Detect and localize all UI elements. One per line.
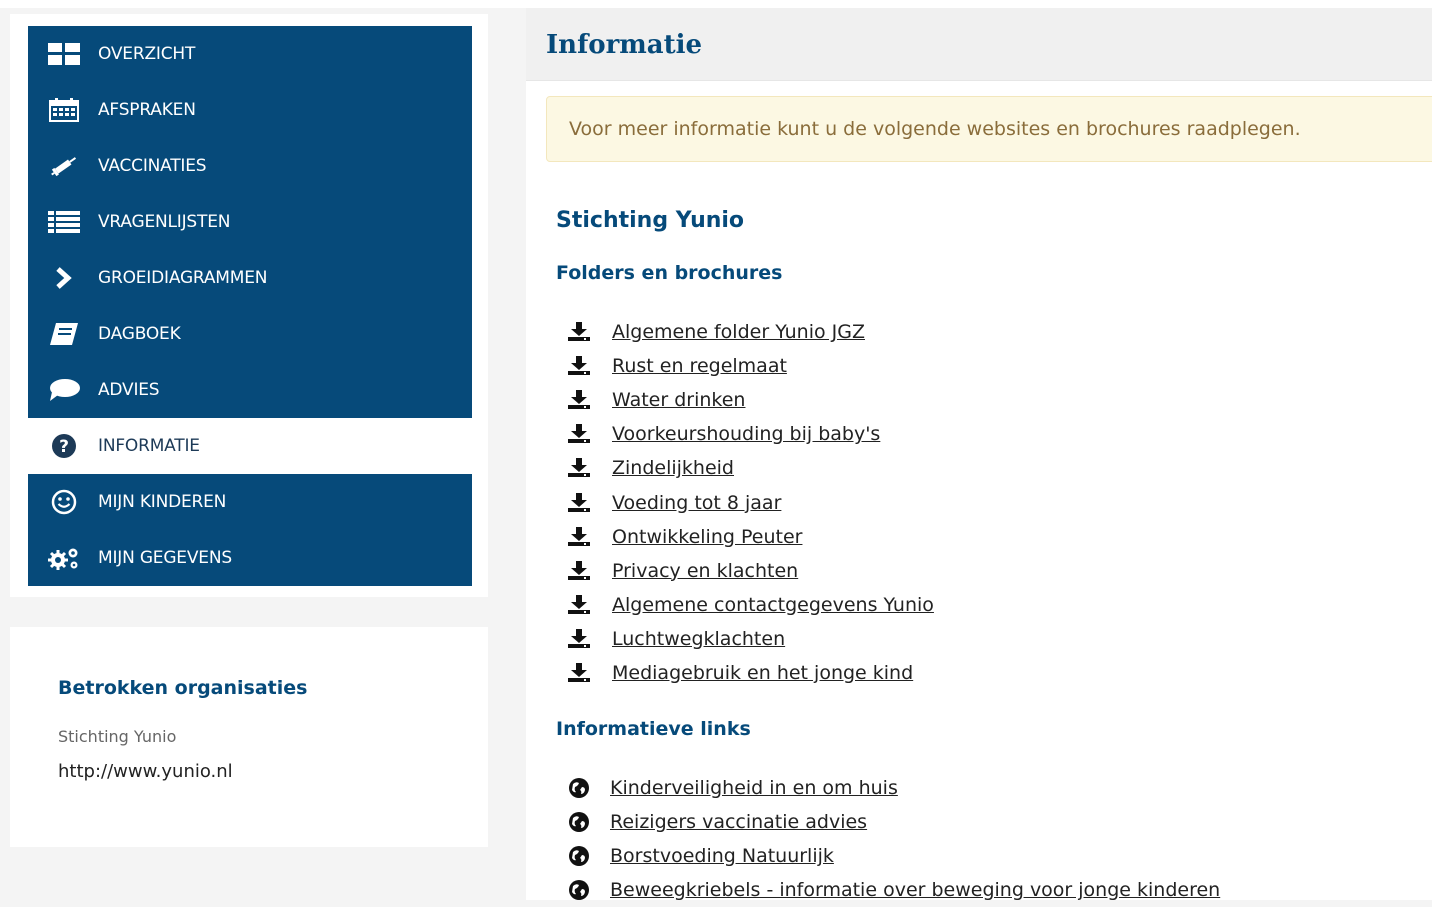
alert-text: Voor meer informatie kunt u de volgende … bbox=[569, 118, 1301, 140]
download-icon bbox=[566, 526, 592, 548]
folder-link[interactable]: Zindelijkheid bbox=[612, 457, 734, 479]
globe-icon bbox=[566, 811, 592, 833]
folder-link[interactable]: Water drinken bbox=[612, 389, 745, 411]
download-icon bbox=[566, 594, 592, 616]
organisation-url: http://www.yunio.nl bbox=[58, 761, 233, 782]
question-circle-icon: ? bbox=[46, 434, 82, 458]
calendar-icon bbox=[46, 98, 82, 122]
sidebar-item-dagboek[interactable]: DAGBOEK bbox=[28, 306, 472, 362]
download-icon bbox=[566, 662, 592, 684]
grid-icon bbox=[46, 42, 82, 66]
sidebar-item-afspraken[interactable]: AFSPRAKEN bbox=[28, 82, 472, 138]
top-strip bbox=[0, 0, 1432, 8]
globe-icon bbox=[566, 879, 592, 901]
sidebar-item-label: GROEIDIAGRAMMEN bbox=[98, 268, 268, 288]
sidebar-item-label: AFSPRAKEN bbox=[98, 100, 196, 120]
list-item: Kinderveiligheid in en om huis bbox=[566, 771, 1220, 805]
gears-icon bbox=[46, 546, 82, 570]
list-item: Beweegkriebels - informatie over bewegin… bbox=[566, 873, 1220, 907]
info-link[interactable]: Reizigers vaccinatie advies bbox=[610, 811, 867, 833]
info-link[interactable]: Borstvoeding Natuurlijk bbox=[610, 845, 834, 867]
list-item: Mediagebruik en het jonge kind bbox=[566, 656, 934, 690]
list-item: Privacy en klachten bbox=[566, 554, 934, 588]
sidebar-item-groeidiagrammen[interactable]: GROEIDIAGRAMMEN bbox=[28, 250, 472, 306]
sidebar-item-label: DAGBOEK bbox=[98, 324, 181, 344]
folder-link[interactable]: Privacy en klachten bbox=[612, 560, 798, 582]
sidebar-item-label: OVERZICHT bbox=[98, 44, 196, 64]
chevron-right-icon bbox=[46, 266, 82, 290]
list-item: Voorkeurshouding bij baby's bbox=[566, 417, 934, 451]
sidebar-item-label: MIJN GEGEVENS bbox=[98, 548, 232, 568]
folder-link[interactable]: Algemene contactgegevens Yunio bbox=[612, 594, 934, 616]
list-item: Voeding tot 8 jaar bbox=[566, 485, 934, 519]
folder-link[interactable]: Voeding tot 8 jaar bbox=[612, 492, 781, 514]
links-list: Kinderveiligheid in en om huis Reizigers… bbox=[566, 771, 1220, 907]
folder-link[interactable]: Voorkeurshouding bij baby's bbox=[612, 423, 880, 445]
sidebar-item-mijn-kinderen[interactable]: MIJN KINDEREN bbox=[28, 474, 472, 530]
sidebar-item-label: VRAGENLIJSTEN bbox=[98, 212, 231, 232]
list-item: Rust en regelmaat bbox=[566, 349, 934, 383]
smiley-icon bbox=[46, 489, 82, 515]
page-title: Informatie bbox=[546, 30, 703, 60]
sidebar-item-label: MIJN KINDEREN bbox=[98, 492, 227, 512]
book-icon bbox=[46, 322, 82, 346]
organisation-heading: Stichting Yunio bbox=[556, 208, 745, 233]
sidebar-item-vragenlijsten[interactable]: VRAGENLIJSTEN bbox=[28, 194, 472, 250]
sidebar-nav: OVERZICHT AFSPRAKEN VACCINATIES VRAGENLI… bbox=[28, 26, 472, 586]
download-icon bbox=[566, 492, 592, 514]
sidebar-item-label: INFORMATIE bbox=[98, 436, 200, 456]
list-item: Water drinken bbox=[566, 383, 934, 417]
sidebar-item-advies[interactable]: ADVIES bbox=[28, 362, 472, 418]
links-heading: Informatieve links bbox=[556, 718, 751, 740]
download-icon bbox=[566, 423, 592, 445]
syringe-icon bbox=[46, 154, 82, 178]
sidebar-item-mijn-gegevens[interactable]: MIJN GEGEVENS bbox=[28, 530, 472, 586]
download-icon bbox=[566, 628, 592, 650]
download-icon bbox=[566, 321, 592, 343]
sidebar: OVERZICHT AFSPRAKEN VACCINATIES VRAGENLI… bbox=[10, 14, 488, 597]
list-item: Luchtwegklachten bbox=[566, 622, 934, 656]
main-panel: Informatie Voor meer informatie kunt u d… bbox=[526, 8, 1432, 901]
list-item: Borstvoeding Natuurlijk bbox=[566, 839, 1220, 873]
sidebar-item-label: ADVIES bbox=[98, 380, 160, 400]
list-item: Zindelijkheid bbox=[566, 451, 934, 485]
folder-link[interactable]: Ontwikkeling Peuter bbox=[612, 526, 802, 548]
folder-link[interactable]: Rust en regelmaat bbox=[612, 355, 787, 377]
list-item: Algemene contactgegevens Yunio bbox=[566, 588, 934, 622]
info-link[interactable]: Beweegkriebels - informatie over bewegin… bbox=[610, 879, 1220, 901]
organisations-title: Betrokken organisaties bbox=[58, 677, 308, 699]
download-icon bbox=[566, 457, 592, 479]
list-item: Ontwikkeling Peuter bbox=[566, 520, 934, 554]
download-icon bbox=[566, 355, 592, 377]
folder-link[interactable]: Mediagebruik en het jonge kind bbox=[612, 662, 913, 684]
sidebar-item-vaccinaties[interactable]: VACCINATIES bbox=[28, 138, 472, 194]
folder-link[interactable]: Algemene folder Yunio JGZ bbox=[612, 321, 865, 343]
svg-text:?: ? bbox=[59, 437, 69, 457]
info-alert: Voor meer informatie kunt u de volgende … bbox=[546, 96, 1432, 162]
folders-list: Algemene folder Yunio JGZ Rust en regelm… bbox=[566, 315, 934, 690]
organisations-card: Betrokken organisaties Stichting Yunio h… bbox=[10, 627, 488, 847]
sidebar-item-informatie[interactable]: ? INFORMATIE bbox=[28, 418, 472, 474]
list-item: Reizigers vaccinatie advies bbox=[566, 805, 1220, 839]
globe-icon bbox=[566, 845, 592, 867]
folders-heading: Folders en brochures bbox=[556, 262, 783, 284]
download-icon bbox=[566, 389, 592, 411]
sidebar-item-overzicht[interactable]: OVERZICHT bbox=[28, 26, 472, 82]
speech-bubble-icon bbox=[46, 378, 82, 402]
info-link[interactable]: Kinderveiligheid in en om huis bbox=[610, 777, 898, 799]
globe-icon bbox=[566, 777, 592, 799]
list-item: Algemene folder Yunio JGZ bbox=[566, 315, 934, 349]
sidebar-item-label: VACCINATIES bbox=[98, 156, 207, 176]
folder-link[interactable]: Luchtwegklachten bbox=[612, 628, 785, 650]
list-icon bbox=[46, 210, 82, 234]
organisation-name: Stichting Yunio bbox=[58, 727, 177, 746]
download-icon bbox=[566, 560, 592, 582]
